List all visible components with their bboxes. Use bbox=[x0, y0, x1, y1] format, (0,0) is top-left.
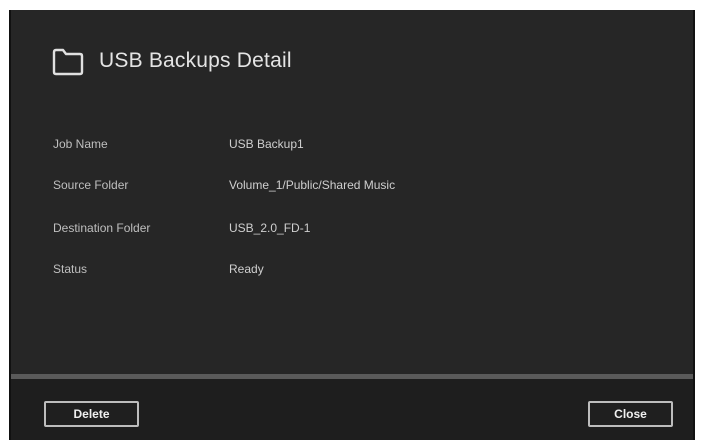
folder-icon bbox=[51, 46, 85, 76]
dialog-header: USB Backups Detail bbox=[51, 46, 292, 76]
job-name-label: Job Name bbox=[53, 137, 108, 151]
detail-row-source-folder: Source Folder Volume_1/Public/Shared Mus… bbox=[53, 175, 395, 195]
dialog-footer: Delete Close bbox=[11, 379, 693, 440]
destination-folder-value: USB_2.0_FD-1 bbox=[229, 221, 311, 235]
detail-row-job-name: Job Name USB Backup1 bbox=[53, 134, 304, 154]
detail-row-destination-folder: Destination Folder USB_2.0_FD-1 bbox=[53, 218, 310, 238]
job-name-value: USB Backup1 bbox=[229, 137, 304, 151]
dialog-title: USB Backups Detail bbox=[99, 49, 292, 72]
usb-backups-detail-dialog: USB Backups Detail Job Name USB Backup1 … bbox=[9, 10, 695, 440]
detail-row-status: Status Ready bbox=[53, 259, 264, 279]
destination-folder-label: Destination Folder bbox=[53, 221, 151, 235]
status-value: Ready bbox=[229, 262, 264, 276]
status-label: Status bbox=[53, 262, 88, 276]
source-folder-label: Source Folder bbox=[53, 178, 129, 192]
close-button[interactable]: Close bbox=[588, 401, 673, 427]
delete-button[interactable]: Delete bbox=[44, 401, 139, 427]
source-folder-value: Volume_1/Public/Shared Music bbox=[229, 178, 396, 192]
